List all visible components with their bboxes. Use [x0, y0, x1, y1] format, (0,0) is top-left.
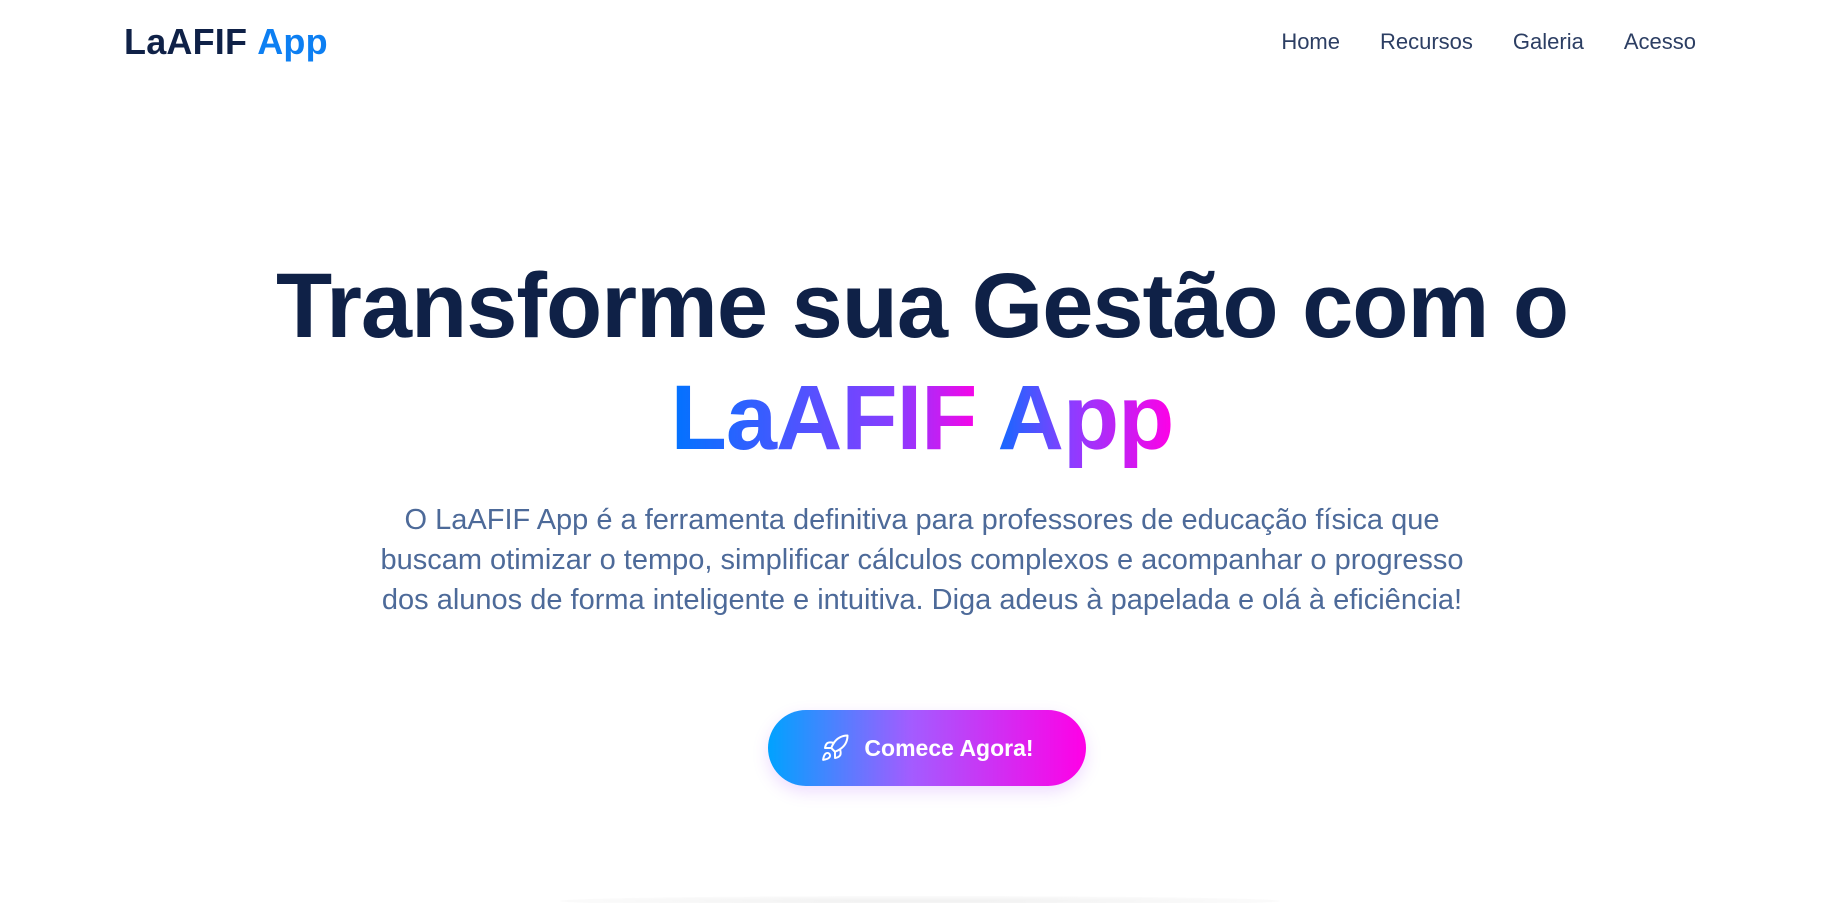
- landing-page: LaAFIF App Home Recursos Galeria Acesso …: [0, 0, 1844, 903]
- section-card-shadow: [560, 896, 1280, 903]
- cta-button[interactable]: Comece Agora!: [768, 710, 1086, 786]
- nav-link-acesso[interactable]: Acesso: [1624, 29, 1696, 55]
- logo-accent: App: [257, 21, 328, 62]
- cta-label: Comece Agora!: [864, 734, 1034, 761]
- main-nav: Home Recursos Galeria Acesso: [1281, 29, 1696, 55]
- nav-link-recursos[interactable]: Recursos: [1380, 29, 1473, 55]
- nav-link-galeria[interactable]: Galeria: [1513, 29, 1584, 55]
- hero-title: Transforme sua Gestão com o: [275, 255, 1569, 357]
- hero-brand-title: LaAFIF App: [0, 362, 1844, 474]
- site-header: LaAFIF App Home Recursos Galeria Acesso: [0, 0, 1844, 84]
- site-logo[interactable]: LaAFIF App: [124, 21, 328, 63]
- rocket-icon: [820, 733, 850, 763]
- nav-link-home[interactable]: Home: [1281, 29, 1340, 55]
- logo-main: LaAFIF: [124, 21, 248, 62]
- hero-description: O LaAFIF App é a ferramenta definitiva p…: [380, 504, 1464, 616]
- hero-brand-text: LaAFIF App: [670, 367, 1175, 469]
